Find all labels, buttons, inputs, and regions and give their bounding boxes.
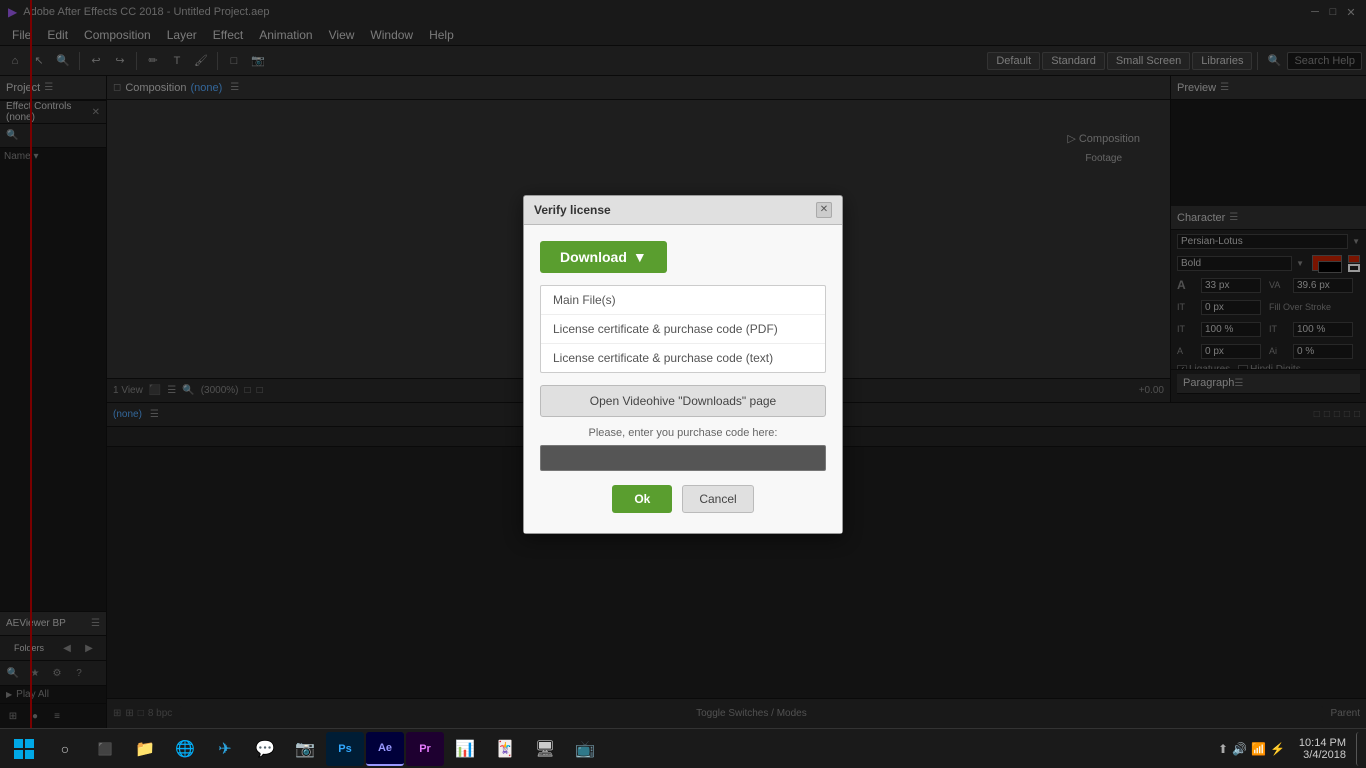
clock-time: 10:14 PM <box>1299 737 1346 749</box>
modal-footer: Ok Cancel <box>540 485 826 517</box>
verify-license-modal: Verify license ✕ Download ▼ Main File(s)… <box>523 195 843 534</box>
taskbar-photo[interactable]: 📷 <box>286 732 324 766</box>
taskbar-app1[interactable]: 📊 <box>446 732 484 766</box>
purchase-code-input[interactable] <box>540 445 826 471</box>
taskbar-clock[interactable]: 10:14 PM 3/4/2018 <box>1291 737 1354 761</box>
systray-icon-3[interactable]: 📶 <box>1251 742 1266 756</box>
modal-titlebar: Verify license ✕ <box>524 196 842 225</box>
start-button[interactable] <box>4 732 44 766</box>
dropdown-main-files[interactable]: Main File(s) <box>541 286 825 315</box>
taskbar-premiere[interactable]: Pr <box>406 732 444 766</box>
modal-body: Download ▼ Main File(s) License certific… <box>524 225 842 533</box>
show-desktop-button[interactable] <box>1356 732 1362 766</box>
taskbar-search[interactable]: ○ <box>46 732 84 766</box>
taskbar-taskview[interactable]: ⬛ <box>86 732 124 766</box>
dropdown-license-text[interactable]: License certificate & purchase code (tex… <box>541 344 825 372</box>
modal-title: Verify license <box>534 203 816 217</box>
taskbar-app3[interactable]: 🖥 <box>526 732 564 766</box>
taskbar-app4[interactable]: 📺 <box>566 732 604 766</box>
modal-overlay: Verify license ✕ Download ▼ Main File(s)… <box>0 0 1366 728</box>
clock-date: 3/4/2018 <box>1299 749 1346 761</box>
cancel-button[interactable]: Cancel <box>682 485 753 513</box>
taskbar-app2[interactable]: 🃏 <box>486 732 524 766</box>
taskbar-telegram[interactable]: ✈ <box>206 732 244 766</box>
open-videohive-button[interactable]: Open Videohive "Downloads" page <box>540 385 826 417</box>
taskbar: ○ ⬛ 📁 🌐 ✈ 💬 📷 Ps Ae Pr 📊 🃏 🖥 📺 ⬆ 🔊 📶 ⚡ 1… <box>0 728 1366 768</box>
systray-icon-2[interactable]: 🔊 <box>1232 742 1247 756</box>
ok-button[interactable]: Ok <box>612 485 672 513</box>
taskbar-messages[interactable]: 💬 <box>246 732 284 766</box>
taskbar-explorer[interactable]: 📁 <box>126 732 164 766</box>
download-dropdown: Main File(s) License certificate & purch… <box>540 285 826 373</box>
download-button[interactable]: Download ▼ <box>540 241 667 273</box>
purchase-code-label: Please, enter you purchase code here: <box>540 427 826 439</box>
download-icon: ▼ <box>633 249 647 265</box>
systray-icon-1[interactable]: ⬆ <box>1218 742 1228 756</box>
taskbar-chrome[interactable]: 🌐 <box>166 732 204 766</box>
download-label: Download <box>560 249 627 265</box>
taskbar-ps[interactable]: Ps <box>326 732 364 766</box>
dropdown-license-pdf[interactable]: License certificate & purchase code (PDF… <box>541 315 825 344</box>
modal-close-button[interactable]: ✕ <box>816 202 832 218</box>
taskbar-systray: ⬆ 🔊 📶 ⚡ <box>1214 742 1289 756</box>
taskbar-ae[interactable]: Ae <box>366 732 404 766</box>
systray-icon-4[interactable]: ⚡ <box>1270 742 1285 756</box>
